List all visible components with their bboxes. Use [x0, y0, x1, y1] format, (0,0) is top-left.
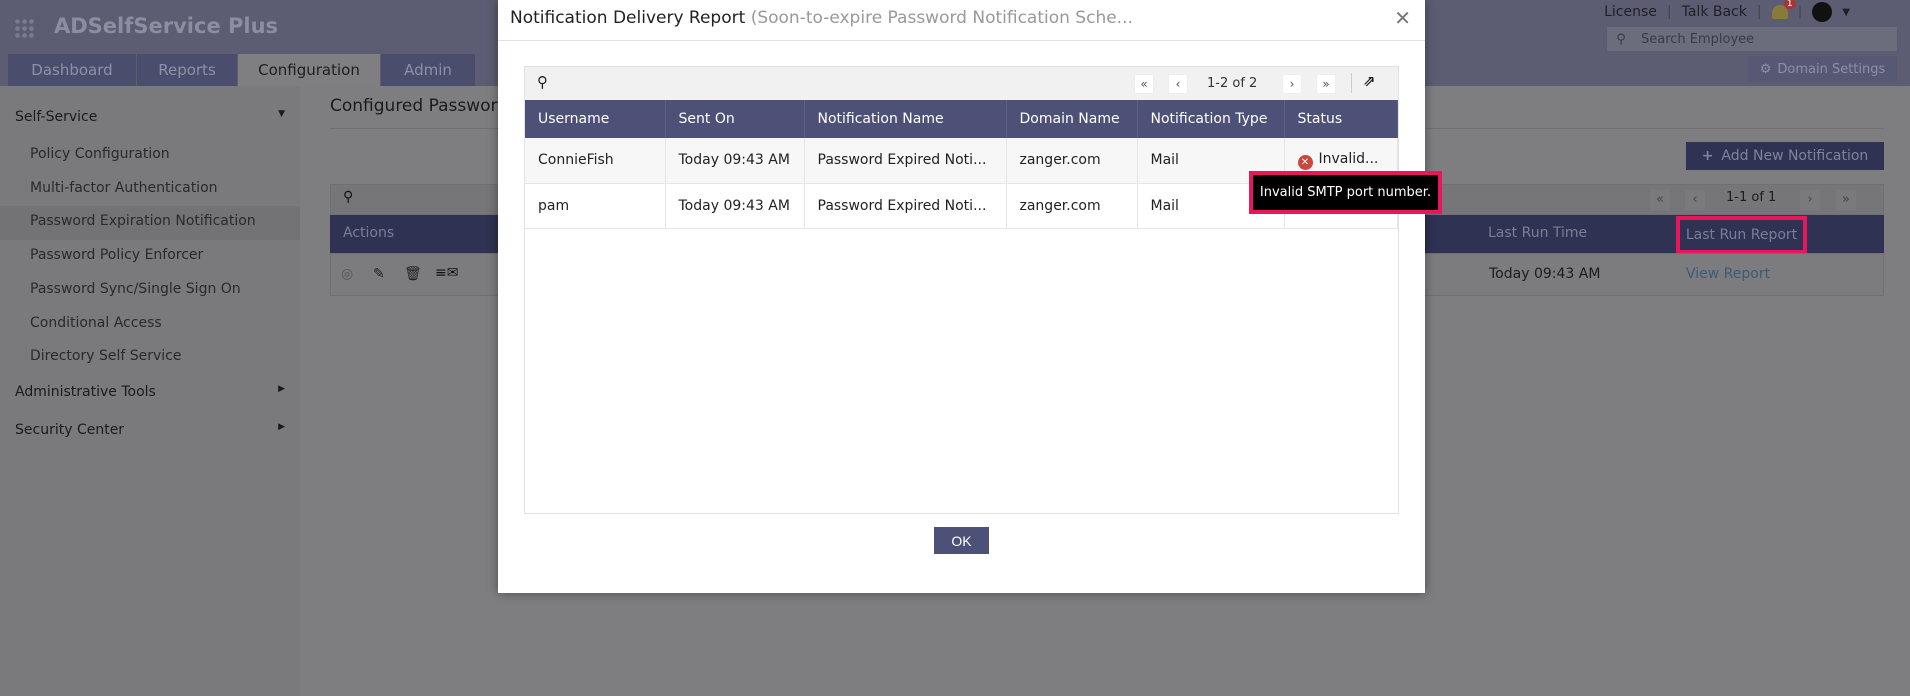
caret-right-icon: ▶	[278, 384, 285, 394]
dialog-title: Notification Delivery Report (Soon-to-ex…	[510, 8, 1133, 28]
sidebar-item[interactable]: Password Policy Enforcer	[30, 247, 203, 263]
search-icon[interactable]: ⚲	[537, 73, 548, 91]
first-page-button[interactable]: «	[1650, 190, 1670, 210]
pagination-text: 1-2 of 2	[1207, 76, 1258, 91]
highlight-last-run-report: Last Run Report	[1676, 216, 1807, 254]
status-text: Invalid...	[1318, 150, 1379, 167]
next-page-button[interactable]: ›	[1282, 74, 1302, 94]
sidebar-item[interactable]: Password Sync/Single Sign On	[30, 281, 241, 297]
table-header-row: Username Sent On Notification Name Domai…	[525, 100, 1398, 138]
status-tooltip: Invalid SMTP port number.	[1249, 171, 1442, 214]
last-page-button[interactable]: »	[1316, 74, 1336, 94]
user-avatar-icon[interactable]	[1812, 2, 1833, 22]
cell-username: pam	[525, 183, 666, 229]
close-icon[interactable]: ✕	[1394, 6, 1411, 30]
add-new-notification-button[interactable]: + Add New Notification	[1686, 142, 1884, 170]
table-toolbar: ⚲ « ‹ 1-2 of 2 › » ⇗	[525, 67, 1398, 100]
gear-icon: ⚙	[1759, 61, 1772, 77]
tab-dashboard[interactable]: Dashboard	[8, 54, 136, 86]
export-icon[interactable]: ⇗	[1363, 72, 1376, 90]
ok-button[interactable]: OK	[934, 527, 989, 554]
sidebar-section-admin-tools[interactable]: Administrative Tools ▶	[15, 384, 285, 400]
column-actions: Actions	[343, 225, 395, 241]
prev-page-button[interactable]: ‹	[1168, 74, 1188, 94]
send-mail-icon[interactable]: ≡✉	[435, 265, 458, 281]
notification-delivery-report-dialog: Notification Delivery Report (Soon-to-ex…	[498, 0, 1425, 593]
error-icon: ✕	[1297, 154, 1313, 170]
dialog-subtitle: (Soon-to-expire Password Notification Sc…	[750, 8, 1133, 28]
sidebar-item[interactable]: Directory Self Service	[30, 348, 181, 364]
cell-domain-name: zanger.com	[1006, 183, 1138, 229]
divider	[1351, 73, 1352, 93]
license-link[interactable]: License	[1604, 4, 1657, 20]
tab-configuration[interactable]: Configuration	[238, 54, 380, 86]
domain-settings-button[interactable]: ⚙ Domain Settings	[1748, 56, 1897, 82]
search-icon[interactable]: ⚲	[343, 189, 353, 205]
cell-domain-name: zanger.com	[1006, 138, 1138, 184]
column-username[interactable]: Username	[525, 100, 666, 138]
caret-right-icon: ▶	[278, 422, 285, 432]
talk-back-link[interactable]: Talk Back	[1682, 4, 1747, 20]
bell-icon[interactable]: 1	[1771, 0, 1796, 19]
cell-notification-name: Password Expired Noti...	[804, 138, 1007, 184]
cell-username: ConnieFish	[525, 138, 666, 184]
tab-admin[interactable]: Admin	[381, 54, 475, 86]
delete-icon[interactable]: 🗑	[404, 266, 422, 282]
search-employee-input[interactable]: ⚲ Search Employee	[1607, 27, 1897, 51]
chevron-down-icon[interactable]: ▼	[1842, 7, 1850, 18]
top-links: License | Talk Back | 1 | ▼	[1604, 0, 1850, 22]
column-domain-name[interactable]: Domain Name	[1006, 100, 1138, 138]
caret-down-icon: ▼	[278, 109, 285, 119]
column-sent-on[interactable]: Sent On	[665, 100, 805, 138]
next-page-button[interactable]: ›	[1800, 190, 1820, 210]
sidebar-item[interactable]: Policy Configuration	[30, 146, 170, 162]
divider	[498, 40, 1425, 41]
column-last-run-time[interactable]: Last Run Time	[1488, 225, 1587, 241]
sidebar-item-active[interactable]: Password Expiration Notification	[30, 213, 256, 229]
column-notification-type[interactable]: Notification Type	[1137, 100, 1285, 138]
pagination-text: 1-1 of 1	[1726, 190, 1777, 205]
sidebar-item[interactable]: Multi-factor Authentication	[30, 180, 218, 196]
apps-grid-icon[interactable]	[14, 18, 34, 38]
tab-reports[interactable]: Reports	[137, 54, 237, 86]
cell-sent-on: Today 09:43 AM	[665, 183, 805, 229]
page-title: Configured Password/	[330, 96, 514, 116]
sidebar-section-security-center[interactable]: Security Center ▶	[15, 422, 285, 438]
plus-icon: +	[1701, 148, 1714, 164]
edit-icon[interactable]: ✎	[373, 266, 385, 282]
prev-page-button[interactable]: ‹	[1685, 190, 1705, 210]
column-notification-name[interactable]: Notification Name	[804, 100, 1007, 138]
cell-sent-on: Today 09:43 AM	[665, 138, 805, 184]
last-page-button[interactable]: »	[1836, 190, 1856, 210]
enable-icon[interactable]: ◎	[341, 266, 353, 282]
last-run-time-value: Today 09:43 AM	[1489, 266, 1601, 282]
first-page-button[interactable]: «	[1134, 74, 1154, 94]
column-last-run-report[interactable]: Last Run Report	[1686, 227, 1797, 243]
column-status[interactable]: Status	[1284, 100, 1398, 138]
report-table: ⚲ « ‹ 1-2 of 2 › » ⇗ Username Sent On No…	[524, 66, 1399, 514]
view-report-link[interactable]: View Report	[1686, 266, 1770, 282]
sidebar-section-self-service[interactable]: Self-Service ▼	[15, 109, 285, 125]
cell-notification-name: Password Expired Noti...	[804, 183, 1007, 229]
app-logo: ADSelfService Plus	[54, 14, 279, 38]
search-icon: ⚲	[1616, 31, 1626, 47]
sidebar-item[interactable]: Conditional Access	[30, 315, 162, 331]
notification-badge: 1	[1783, 0, 1796, 9]
